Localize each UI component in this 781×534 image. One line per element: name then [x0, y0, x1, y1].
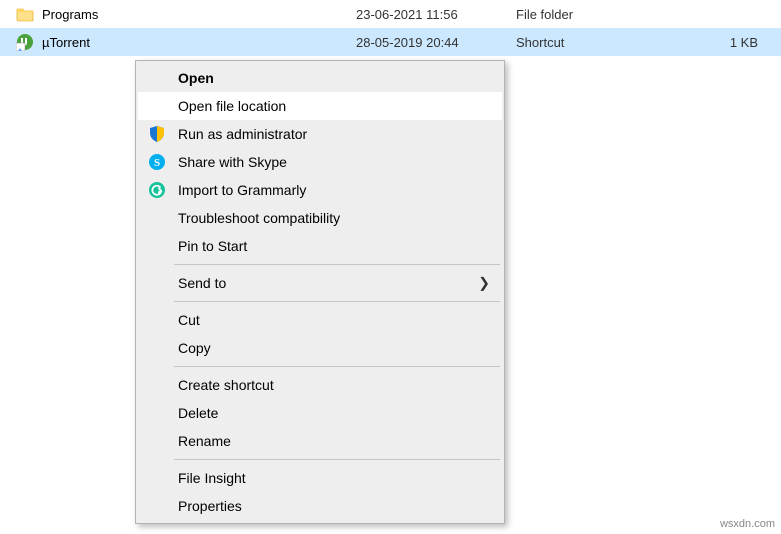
menu-copy[interactable]: Copy: [138, 334, 502, 362]
file-date: 28-05-2019 20:44: [356, 35, 516, 50]
file-name: Programs: [42, 7, 98, 22]
watermark: wsxdn.com: [720, 518, 775, 530]
menu-run-as-administrator[interactable]: Run as administrator: [138, 120, 502, 148]
menu-troubleshoot-compatibility[interactable]: Troubleshoot compatibility: [138, 204, 502, 232]
shield-icon: [146, 123, 168, 145]
utorrent-icon: [16, 33, 34, 51]
file-row-programs[interactable]: Programs 23-06-2021 11:56 File folder: [0, 0, 781, 28]
menu-open-file-location[interactable]: Open file location: [138, 92, 502, 120]
menu-pin-to-start[interactable]: Pin to Start: [138, 232, 502, 260]
file-type: Shortcut: [516, 35, 716, 50]
menu-properties[interactable]: Properties: [138, 492, 502, 520]
file-list: Programs 23-06-2021 11:56 File folder µT…: [0, 0, 781, 56]
menu-separator: [174, 459, 500, 460]
menu-separator: [174, 301, 500, 302]
file-size: 1 KB: [716, 35, 766, 50]
menu-import-grammarly[interactable]: Import to Grammarly: [138, 176, 502, 204]
menu-rename[interactable]: Rename: [138, 427, 502, 455]
menu-create-shortcut[interactable]: Create shortcut: [138, 371, 502, 399]
file-type: File folder: [516, 7, 716, 22]
svg-text:S: S: [154, 157, 160, 169]
context-menu: Open Open file location Run as administr…: [135, 60, 505, 524]
menu-delete[interactable]: Delete: [138, 399, 502, 427]
menu-file-insight[interactable]: File Insight: [138, 464, 502, 492]
menu-send-to[interactable]: Send to ❯: [138, 269, 502, 297]
folder-icon: [16, 5, 34, 23]
chevron-right-icon: ❯: [478, 275, 490, 292]
grammarly-icon: [146, 179, 168, 201]
file-row-utorrent[interactable]: µTorrent 28-05-2019 20:44 Shortcut 1 KB: [0, 28, 781, 56]
menu-separator: [174, 366, 500, 367]
menu-open[interactable]: Open: [138, 64, 502, 92]
menu-cut[interactable]: Cut: [138, 306, 502, 334]
skype-icon: S: [146, 151, 168, 173]
file-date: 23-06-2021 11:56: [356, 7, 516, 22]
menu-share-skype[interactable]: S Share with Skype: [138, 148, 502, 176]
menu-separator: [174, 264, 500, 265]
file-name: µTorrent: [42, 35, 90, 50]
